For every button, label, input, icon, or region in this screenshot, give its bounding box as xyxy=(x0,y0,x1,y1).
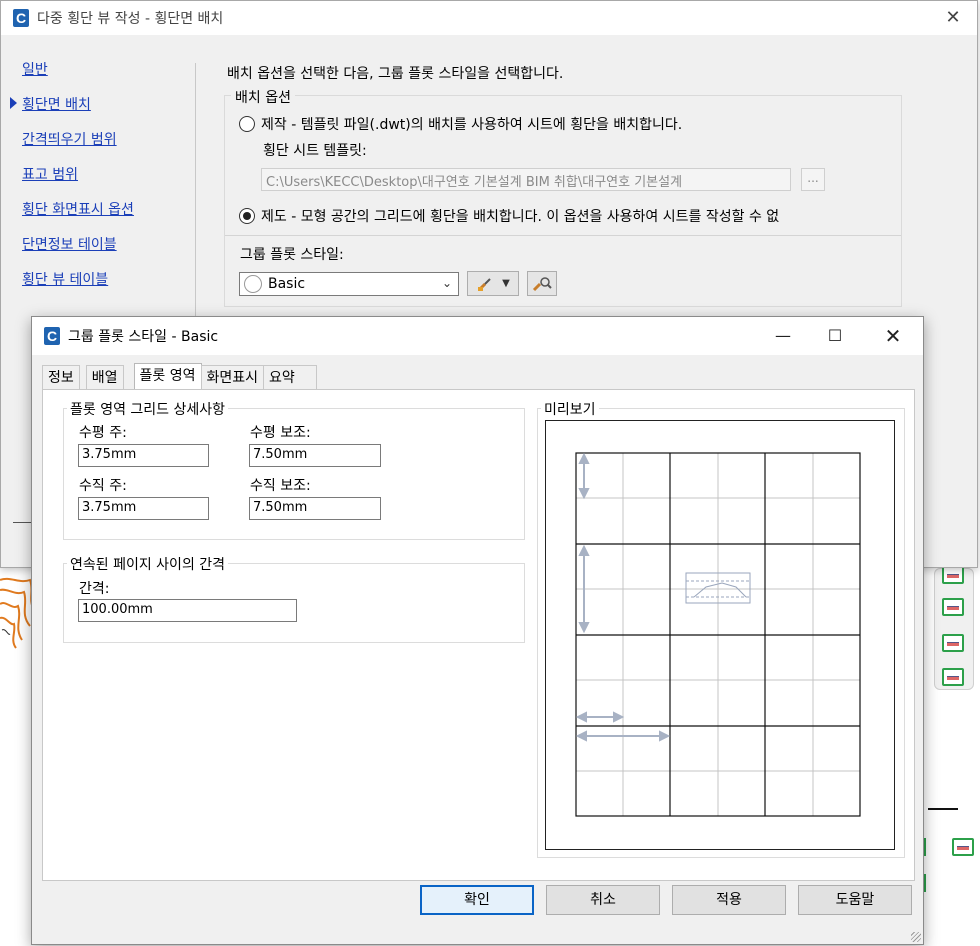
civil3d-app-icon: C xyxy=(13,9,29,27)
brush-pick-icon xyxy=(532,276,552,291)
tab-display[interactable]: 화면표시 xyxy=(200,365,265,389)
radio-button[interactable] xyxy=(239,208,255,224)
tab-plot-area[interactable]: 플롯 영역 xyxy=(133,363,202,389)
ok-button[interactable]: 확인 xyxy=(420,885,534,915)
style-titlebar: C 그룹 플롯 스타일 - Basic — ☐ ✕ xyxy=(32,317,923,355)
instruction-text: 배치 옵션을 선택한 다음, 그룹 플롯 스타일을 선택합니다. xyxy=(227,66,564,82)
plot-style-icon xyxy=(244,275,262,293)
edit-style-button[interactable]: ▼ xyxy=(467,271,519,296)
tab-array[interactable]: 배열 xyxy=(85,365,124,389)
chevron-down-icon: ▼ xyxy=(502,278,510,289)
page-spacing-legend: 연속된 페이지 사이의 간격 xyxy=(67,554,229,574)
current-step-arrow-icon xyxy=(10,97,17,109)
group-plot-style-value: Basic xyxy=(268,276,306,292)
close-icon[interactable]: ✕ xyxy=(882,325,904,347)
plot-area-preview xyxy=(575,452,861,817)
browse-button: ... xyxy=(801,168,825,191)
main-titlebar: C 다중 횡단 뷰 작성 - 횡단면 배치 ✕ xyxy=(1,1,977,35)
nav-item-offset-range[interactable]: 간격띄우기 범위 xyxy=(22,129,134,164)
grid-details-legend: 플롯 영역 그리드 상세사항 xyxy=(67,399,229,419)
horizontal-minor-input[interactable]: 7.50mm xyxy=(249,444,381,467)
style-dialog-title: 그룹 플롯 스타일 - Basic xyxy=(68,329,219,345)
nav-item-data-bands[interactable]: 단면정보 테이블 xyxy=(22,234,134,269)
radio-draft-label: 제도 - 모형 공간의 그리드에 횡단을 배치합니다. 이 옵션을 사용하여 시… xyxy=(261,209,780,225)
nav-item-section-placement[interactable]: 횡단면 배치 xyxy=(10,94,134,129)
vertical-minor-label: 수직 보조: xyxy=(250,478,311,494)
nav-item-label[interactable]: 단면정보 테이블 xyxy=(22,234,117,254)
apply-button[interactable]: 적용 xyxy=(672,885,786,915)
tab-information[interactable]: 정보 xyxy=(42,365,80,389)
nav-item-label[interactable]: 횡단면 배치 xyxy=(22,94,91,114)
chevron-down-icon: ⌄ xyxy=(441,276,452,290)
group-plot-style-label: 그룹 플롯 스타일: xyxy=(240,247,344,263)
horizontal-major-input[interactable]: 3.75mm xyxy=(78,444,209,467)
nav-item-label[interactable]: 간격띄우기 범위 xyxy=(22,129,117,149)
vertical-major-label: 수직 주: xyxy=(79,478,127,494)
nav-item-label[interactable]: 표고 범위 xyxy=(22,164,78,184)
wizard-nav: 일반 횡단면 배치 간격띄우기 범위 표고 범위 횡단 화면표시 옵션 단면정보… xyxy=(10,59,134,304)
nav-item-view-tables[interactable]: 횡단 뷰 테이블 xyxy=(22,269,134,304)
nav-item-elevation-range[interactable]: 표고 범위 xyxy=(22,164,134,199)
section-thumbnail[interactable] xyxy=(952,838,974,856)
section-thumbnail[interactable] xyxy=(942,598,964,616)
section-thumbnail[interactable] xyxy=(942,566,964,584)
nav-item-general[interactable]: 일반 xyxy=(22,59,134,94)
nav-item-label[interactable]: 횡단 화면표시 옵션 xyxy=(22,199,134,219)
spacing-input[interactable]: 100.00mm xyxy=(78,599,297,622)
plot-area-panel: 플롯 영역 그리드 상세사항 수평 주: 3.75mm 수평 보조: 7.50m… xyxy=(42,389,915,881)
group-plot-style-select[interactable]: Basic ⌄ xyxy=(239,272,459,296)
help-button[interactable]: 도움말 xyxy=(798,885,912,915)
preview-legend: 미리보기 xyxy=(541,399,599,419)
nav-item-label[interactable]: 횡단 뷰 테이블 xyxy=(22,269,108,289)
preview-sheet xyxy=(545,420,895,850)
nav-item-display-options[interactable]: 횡단 화면표시 옵션 xyxy=(22,199,134,234)
tab-strip: 정보 배열 플롯 영역 화면표시 요약 xyxy=(42,363,318,389)
template-path-field: C:\Users\KECC\Desktop\대구연호 기본설계 BIM 취합\대… xyxy=(261,168,791,191)
main-dialog-title: 다중 횡단 뷰 작성 - 횡단면 배치 xyxy=(37,11,224,27)
horizontal-major-label: 수평 주: xyxy=(79,425,127,441)
spacing-label: 간격: xyxy=(79,581,110,597)
template-label: 횡단 시트 템플릿: xyxy=(263,143,367,159)
radio-production[interactable]: 제작 - 템플릿 파일(.dwt)의 배치를 사용하여 시트에 횡단을 배치합니… xyxy=(239,114,682,134)
radio-draft[interactable]: 제도 - 모형 공간의 그리드에 횡단을 배치합니다. 이 옵션을 사용하여 시… xyxy=(239,206,779,226)
maximize-icon[interactable]: ☐ xyxy=(824,325,846,347)
nav-item-label[interactable]: 일반 xyxy=(22,59,48,79)
horizontal-minor-label: 수평 보조: xyxy=(250,425,311,441)
section-thumbnail[interactable] xyxy=(942,668,964,686)
group-plot-style-dialog: C 그룹 플롯 스타일 - Basic — ☐ ✕ 정보 배열 플롯 영역 화면… xyxy=(31,316,924,945)
resize-grip-icon[interactable] xyxy=(911,932,921,942)
vertical-major-input[interactable]: 3.75mm xyxy=(78,497,209,520)
vertical-minor-input[interactable]: 7.50mm xyxy=(249,497,381,520)
paint-brush-icon xyxy=(478,277,491,291)
radio-production-label: 제작 - 템플릿 파일(.dwt)의 배치를 사용하여 시트에 횡단을 배치합니… xyxy=(261,117,683,133)
tab-summary[interactable]: 요약 xyxy=(263,365,318,389)
placement-options-legend: 배치 옵션 xyxy=(231,87,295,107)
radio-button[interactable] xyxy=(239,116,255,132)
close-icon[interactable]: ✕ xyxy=(943,8,963,28)
cancel-button[interactable]: 취소 xyxy=(546,885,660,915)
section-thumbnail[interactable] xyxy=(942,634,964,652)
civil3d-app-icon: C xyxy=(44,327,60,345)
drawing-line xyxy=(928,808,958,810)
minimize-icon[interactable]: — xyxy=(772,325,794,347)
pick-style-button[interactable] xyxy=(527,271,557,296)
section-divider xyxy=(225,235,901,236)
